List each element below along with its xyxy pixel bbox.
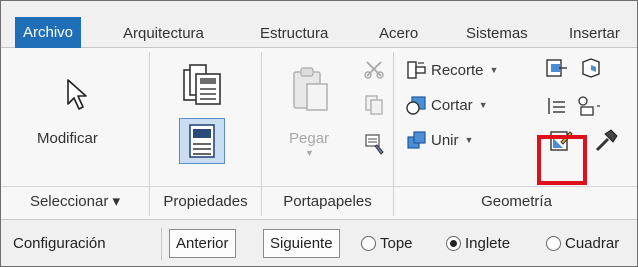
cut-geometry-label: Cortar (431, 96, 473, 114)
properties-palette-icon (189, 124, 215, 158)
paste-label: Pegar (289, 130, 330, 147)
revit-ribbon-window: Archivo Arquitectura Estructura Acero Si… (0, 0, 638, 267)
cope-dropdown-caret[interactable]: ▼ (490, 65, 499, 75)
modify-label: Modificar (37, 130, 98, 147)
split-face-icon[interactable] (579, 56, 603, 80)
options-bar: Configuración Anterior Siguiente Tope In… (1, 219, 637, 266)
radio-inglete-label: Inglete (465, 235, 511, 252)
match-properties-icon[interactable] (363, 132, 385, 156)
join-geometry-icon (407, 131, 426, 149)
geometry-panel-title: Geometría (481, 193, 552, 210)
tab-archivo[interactable]: Archivo (15, 17, 82, 48)
cope-icon (407, 61, 426, 79)
ribbon-tab-bar: Archivo Arquitectura Estructura Acero Si… (1, 1, 637, 48)
tab-estructura[interactable]: Estructura (260, 19, 328, 48)
clipboard-panel-title: Portapapeles (283, 193, 372, 210)
radio-tope-label: Tope (380, 235, 413, 252)
paste-button[interactable]: Pegar ▼ (285, 60, 341, 160)
configuration-label: Configuración (13, 235, 106, 252)
cut-scissors-icon[interactable] (363, 58, 385, 80)
select-panel-title[interactable]: Seleccionar ▾ (1, 188, 149, 216)
beam-join-icon[interactable] (545, 94, 569, 118)
properties-panel-title: Propiedades (163, 193, 248, 210)
hammer-icon[interactable] (593, 128, 619, 154)
wall-joins-icon[interactable] (545, 56, 569, 80)
modify-button[interactable]: Modificar (15, 58, 135, 176)
radio-inglete[interactable]: Inglete (446, 235, 510, 252)
copy-icon[interactable] (363, 94, 385, 116)
paint-tool-highlight-box (537, 135, 587, 185)
join-dropdown-caret[interactable]: ▼ (465, 135, 474, 145)
tab-insertar[interactable]: Insertar (569, 19, 620, 48)
cut-geometry-button[interactable]: Cortar ▼ (405, 93, 488, 117)
cut-dropdown-caret[interactable]: ▼ (479, 100, 488, 110)
options-divider (161, 228, 162, 260)
ribbon-body: Modificar Seleccionar ▾ Propiedades Pega… (1, 48, 637, 219)
cursor-arrow-icon (67, 79, 87, 110)
panel-title-separator (1, 186, 637, 187)
tab-sistemas[interactable]: Sistemas (466, 19, 528, 48)
join-button[interactable]: Unir ▼ (405, 128, 473, 152)
tab-arquitectura[interactable]: Arquitectura (123, 19, 204, 48)
cope-label: Recorte (431, 61, 484, 79)
type-properties-icon[interactable] (182, 62, 224, 106)
cut-geometry-icon (406, 96, 426, 115)
demolish-icon[interactable] (575, 94, 601, 118)
radio-tope-indicator (361, 236, 376, 251)
radio-cuadrar[interactable]: Cuadrar (546, 235, 619, 252)
properties-button[interactable] (179, 118, 225, 164)
join-label: Unir (431, 131, 459, 149)
paste-dropdown-caret: ▼ (305, 148, 314, 158)
radio-inglete-indicator (446, 236, 461, 251)
radio-tope[interactable]: Tope (361, 235, 413, 252)
previous-button[interactable]: Anterior (169, 229, 236, 258)
next-button[interactable]: Siguiente (263, 229, 340, 258)
cope-button[interactable]: Recorte ▼ (405, 58, 498, 82)
radio-cuadrar-label: Cuadrar (565, 235, 620, 252)
paste-icon (293, 67, 328, 111)
tab-acero[interactable]: Acero (379, 19, 418, 48)
radio-cuadrar-indicator (546, 236, 561, 251)
